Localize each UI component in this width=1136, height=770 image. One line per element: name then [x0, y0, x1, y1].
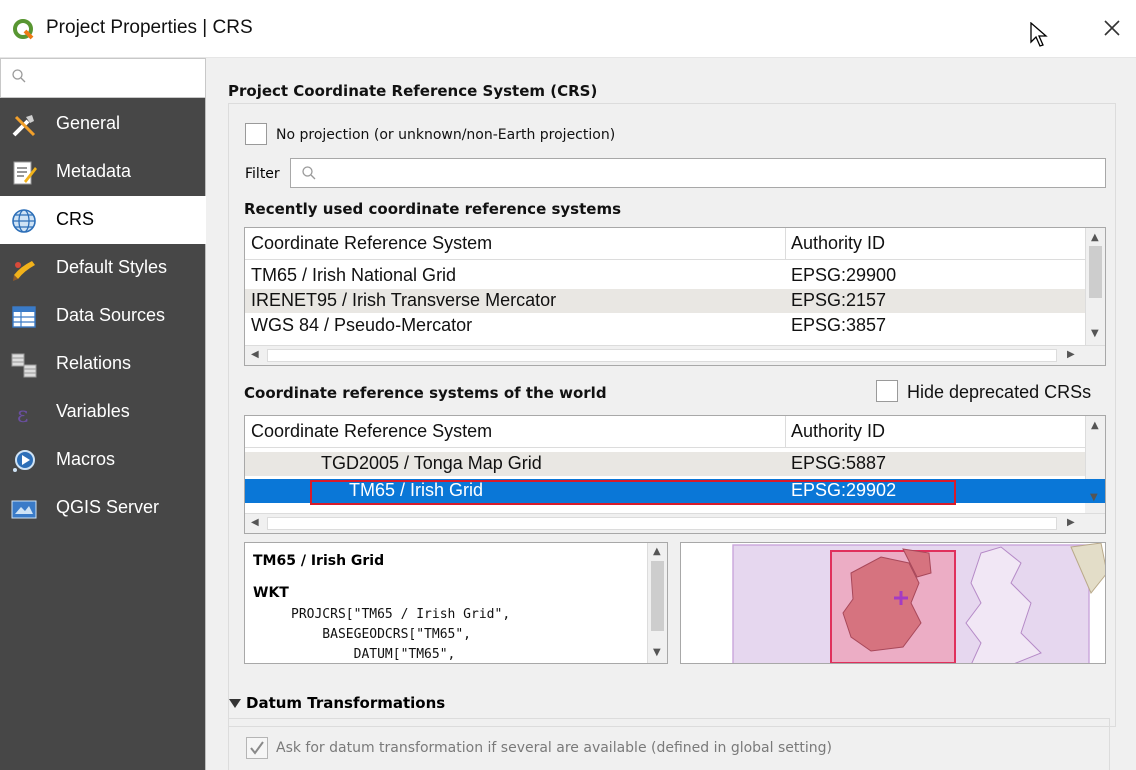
sidebar-item-qgis-server[interactable]: QGIS Server	[0, 484, 206, 532]
search-icon	[12, 69, 26, 83]
table-row[interactable]: WGS 84 / Pseudo-Mercator EPSG:3857	[245, 314, 1085, 338]
recent-crs-table[interactable]: Coordinate Reference System Authority ID…	[244, 227, 1106, 366]
scroll-right-icon[interactable]: ▶	[1067, 349, 1075, 360]
datum-section-title[interactable]: Datum Transformations	[246, 694, 445, 712]
scroll-up-icon[interactable]: ▲	[1091, 232, 1099, 243]
data-sources-icon	[12, 306, 36, 328]
row-crs-name: IRENET95 / Irish Transverse Mercator	[251, 290, 557, 310]
sidebar-search-input[interactable]	[0, 58, 206, 98]
recent-crs-title: Recently used coordinate reference syste…	[244, 200, 622, 218]
extent-map-svg	[681, 543, 1105, 663]
wkt-line: PROJCRS["TM65 / Irish Grid",	[291, 607, 511, 622]
crs-details-panel[interactable]: TM65 / Irish Grid WKT PROJCRS["TM65 / Ir…	[244, 542, 668, 664]
table-row[interactable]: TM65 / Irish National Grid EPSG:29900	[245, 264, 1085, 288]
sidebar-item-label: Variables	[56, 401, 130, 421]
sidebar-item-variables[interactable]: ε Variables	[0, 388, 206, 436]
window-title: Project Properties | CRS	[46, 17, 253, 38]
sidebar-item-label: CRS	[56, 209, 95, 229]
sidebar-item-label: General	[56, 113, 121, 133]
row-crs-name: WGS 84 / Pseudo-Mercator	[251, 315, 473, 335]
table-header: Coordinate Reference System Authority ID	[245, 416, 1085, 448]
sidebar: General Metadata CRS Default Styles Data…	[0, 58, 206, 770]
scroll-thumb[interactable]	[1089, 246, 1102, 298]
svg-text:ε: ε	[17, 403, 28, 427]
row-authority-id: EPSG:5887	[791, 453, 887, 473]
qgis-logo-icon	[13, 19, 34, 40]
styles-icon	[13, 261, 35, 281]
sidebar-item-data-sources[interactable]: Data Sources	[0, 292, 206, 340]
ask-datum-checkbox[interactable]	[246, 737, 268, 759]
row-authority-id: EPSG:29900	[791, 265, 897, 285]
scroll-right-icon[interactable]: ▶	[1067, 517, 1075, 528]
sidebar-item-label: Relations	[56, 353, 132, 373]
filter-label: Filter	[245, 166, 280, 182]
sidebar-item-general[interactable]: General	[0, 100, 206, 148]
scroll-thumb[interactable]	[267, 349, 1057, 362]
sidebar-item-macros[interactable]: Macros	[0, 436, 206, 484]
wkt-label: WKT	[253, 585, 289, 601]
scroll-left-icon[interactable]: ◀	[251, 517, 259, 528]
macros-icon	[13, 450, 35, 472]
variables-icon: ε	[17, 403, 28, 427]
vertical-scrollbar[interactable]: ▲	[1085, 416, 1105, 479]
no-projection-label: No projection (or unknown/non-Earth proj…	[276, 127, 616, 143]
row-crs-name: TGD2005 / Tonga Map Grid	[321, 453, 542, 473]
world-crs-table[interactable]: Coordinate Reference System Authority ID…	[244, 415, 1106, 534]
scroll-thumb[interactable]	[267, 517, 1057, 530]
vertical-scrollbar[interactable]: ▲ ▼	[1085, 228, 1105, 345]
qgis-server-icon	[11, 500, 37, 519]
title-bar: Project Properties | CRS	[0, 0, 1136, 58]
wkt-line: BASEGEODCRS["TM65",	[291, 627, 472, 642]
table-header: Coordinate Reference System Authority ID	[245, 228, 1085, 260]
vertical-scrollbar[interactable]: ▲ ▼	[647, 543, 667, 663]
column-header-authority[interactable]: Authority ID	[791, 421, 885, 442]
crs-extent-map	[680, 542, 1106, 664]
crs-section-title: Project Coordinate Reference System (CRS…	[228, 82, 598, 100]
scroll-down-icon[interactable]: ▼	[1090, 492, 1098, 503]
highlight-outline	[310, 480, 956, 505]
hide-deprecated-checkbox[interactable]	[876, 380, 898, 402]
sidebar-item-label: Macros	[56, 449, 116, 469]
ask-datum-label: Ask for datum transformation if several …	[276, 740, 832, 756]
selected-crs-name: TM65 / Irish Grid	[253, 553, 385, 569]
horizontal-scrollbar[interactable]: ◀ ▶	[245, 513, 1105, 533]
scroll-left-icon[interactable]: ◀	[251, 349, 259, 360]
filter-input[interactable]	[290, 158, 1106, 188]
scroll-up-icon[interactable]: ▲	[1091, 420, 1099, 431]
close-icon[interactable]	[1098, 14, 1126, 42]
table-row[interactable]: IRENET95 / Irish Transverse Mercator EPS…	[245, 289, 1085, 313]
collapse-arrow-icon[interactable]	[229, 699, 241, 708]
metadata-icon	[13, 161, 37, 185]
search-icon	[302, 166, 316, 180]
column-header-crs[interactable]: Coordinate Reference System	[251, 421, 492, 442]
checkmark-icon	[250, 741, 264, 755]
scroll-up-icon[interactable]: ▲	[653, 546, 661, 557]
sidebar-item-label: QGIS Server	[56, 497, 160, 517]
wkt-line: DATUM["TM65",	[291, 647, 456, 662]
sidebar-item-relations[interactable]: Relations	[0, 340, 206, 388]
scroll-thumb[interactable]	[651, 561, 664, 631]
sidebar-item-label: Data Sources	[56, 305, 166, 325]
mouse-pointer-icon	[1030, 22, 1048, 47]
table-row[interactable]: TGD2005 / Tonga Map Grid EPSG:5887	[245, 452, 1085, 476]
relations-icon	[11, 353, 37, 378]
scroll-down-icon[interactable]: ▼	[653, 647, 661, 658]
globe-icon	[12, 209, 36, 233]
column-header-crs[interactable]: Coordinate Reference System	[251, 233, 492, 254]
sidebar-item-label: Default Styles	[56, 257, 168, 277]
no-projection-checkbox[interactable]	[245, 123, 267, 145]
scroll-down-icon[interactable]: ▼	[1091, 328, 1099, 339]
world-crs-title: Coordinate reference systems of the worl…	[244, 384, 607, 402]
hide-deprecated-label: Hide deprecated CRSs	[907, 382, 1092, 402]
sidebar-item-default-styles[interactable]: Default Styles	[0, 244, 206, 292]
row-authority-id: EPSG:3857	[791, 315, 887, 335]
row-authority-id: EPSG:2157	[791, 290, 887, 310]
horizontal-scrollbar[interactable]: ◀ ▶	[245, 345, 1105, 365]
column-header-authority[interactable]: Authority ID	[791, 233, 885, 254]
row-crs-name: TM65 / Irish National Grid	[251, 265, 457, 285]
tools-icon	[12, 115, 36, 137]
sidebar-item-crs[interactable]: CRS	[0, 196, 206, 244]
sidebar-item-metadata[interactable]: Metadata	[0, 148, 206, 196]
sidebar-item-label: Metadata	[56, 161, 132, 181]
